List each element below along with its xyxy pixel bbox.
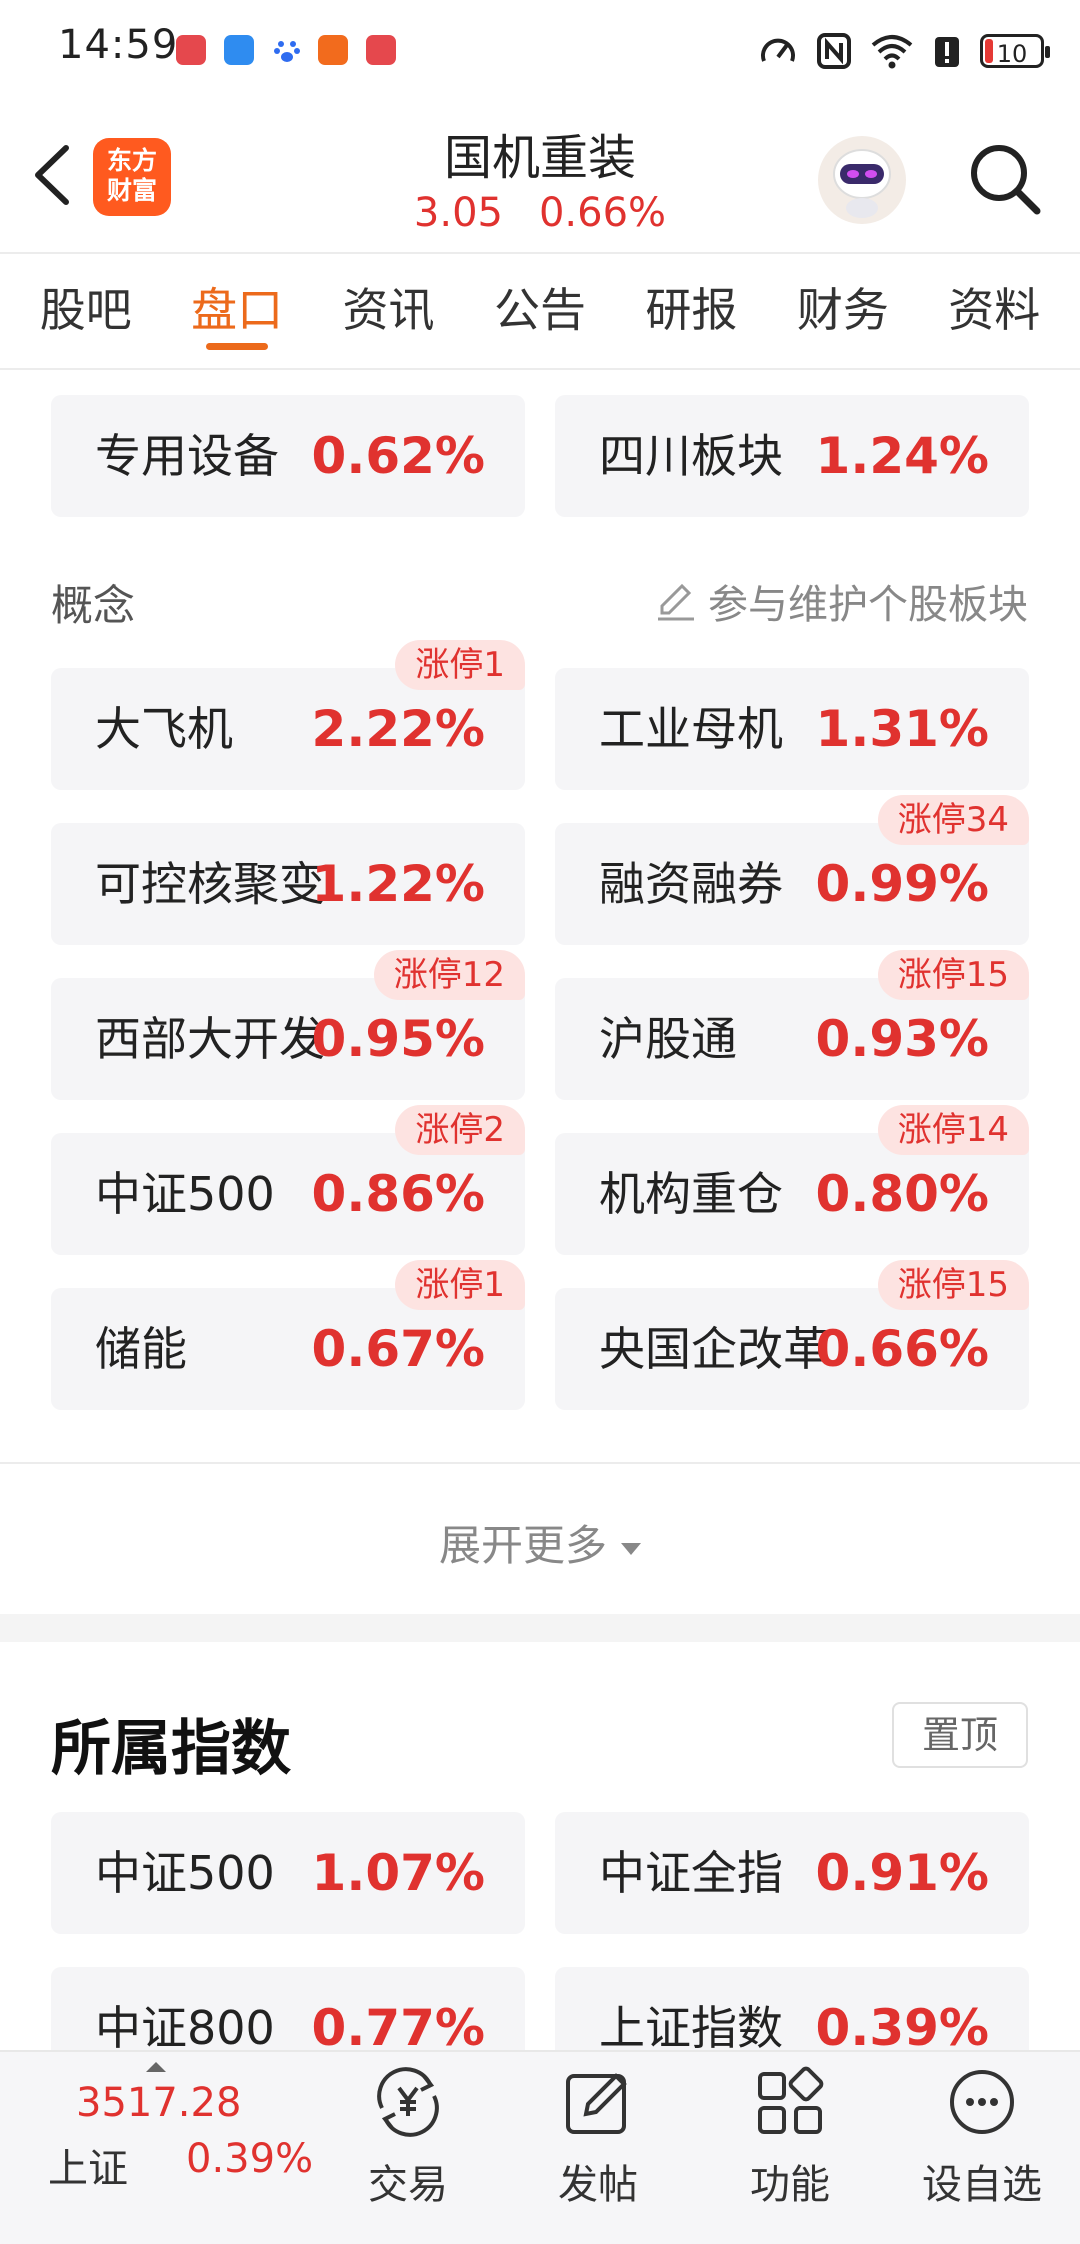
add-watchlist-button[interactable]: 设自选 xyxy=(902,2062,1062,2232)
concept-section-label: 概念 xyxy=(51,581,136,630)
board-pct: 2.22% xyxy=(311,700,485,758)
tab-finance[interactable]: 财务 xyxy=(797,260,889,360)
battery-level: 10 xyxy=(996,40,1028,68)
caret-down-icon xyxy=(621,1542,641,1555)
status-time: 14:59 xyxy=(58,22,179,68)
tab-research[interactable]: 研报 xyxy=(645,260,737,360)
header-divider xyxy=(0,252,1080,254)
functions-button[interactable]: 功能 xyxy=(710,2062,870,2232)
board-pct: 0.62% xyxy=(311,427,485,485)
maintain-label: 参与维护个股板块 xyxy=(708,582,1028,628)
wifi-icon xyxy=(871,35,913,69)
stock-change: 0.66% xyxy=(538,190,667,236)
pin-top-button[interactable]: 置顶 xyxy=(892,1702,1028,1768)
edit-post-icon xyxy=(566,2073,627,2134)
board-pct: 0.66% xyxy=(815,1320,989,1378)
board-name: 储能 xyxy=(95,1322,187,1376)
market-index-name[interactable]: 上证 xyxy=(48,2136,128,2194)
huawei-icon xyxy=(366,35,396,65)
board-name: 工业母机 xyxy=(599,702,783,756)
board-pct: 0.67% xyxy=(311,1320,485,1378)
huawei-icon xyxy=(176,35,206,65)
board-name: 大飞机 xyxy=(95,702,233,756)
concept-card[interactable]: 涨停1 大飞机 2.22% xyxy=(51,640,525,790)
concept-card[interactable]: 可控核聚变 1.22% xyxy=(51,823,525,945)
tab-news[interactable]: 资讯 xyxy=(343,260,435,360)
board-pct: 0.80% xyxy=(815,1165,989,1223)
index-section-title: 所属指数 xyxy=(51,1714,291,1784)
board-name: 中证500 xyxy=(95,1167,275,1221)
board-name: 可控核聚变 xyxy=(95,857,325,911)
industry-card[interactable]: 四川板块 1.24% xyxy=(555,395,1029,517)
concept-card[interactable]: 涨停15 沪股通 0.93% xyxy=(555,950,1029,1100)
industry-card[interactable]: 专用设备 0.62% xyxy=(51,395,525,517)
board-pct: 0.99% xyxy=(815,855,989,913)
battery-icon: 10 xyxy=(980,34,1050,68)
edit-icon xyxy=(658,583,694,621)
board-pct: 1.24% xyxy=(815,427,989,485)
concept-card[interactable]: 涨停14 机构重仓 0.80% xyxy=(555,1105,1029,1255)
concept-card[interactable]: 涨停15 央国企改革 0.66% xyxy=(555,1260,1029,1410)
board-pct: 0.93% xyxy=(815,1010,989,1068)
board-pct: 0.95% xyxy=(311,1010,485,1068)
concept-card[interactable]: 涨停2 中证500 0.86% xyxy=(51,1105,525,1255)
paw-app-icon xyxy=(272,35,302,65)
board-pct: 1.31% xyxy=(815,700,989,758)
board-pct: 1.22% xyxy=(311,855,485,913)
concept-card[interactable]: 涨停12 西部大开发 0.95% xyxy=(51,950,525,1100)
board-name: 机构重仓 xyxy=(599,1167,783,1221)
board-name: 融资融券 xyxy=(599,857,783,911)
speed-icon xyxy=(761,38,795,62)
concept-card[interactable]: 涨停1 储能 0.67% xyxy=(51,1260,525,1410)
tab-pankou[interactable]: 盘口 xyxy=(191,260,283,360)
tab-guba[interactable]: 股吧 xyxy=(40,260,132,360)
index-name: 中证500 xyxy=(95,1846,275,1900)
section-gap xyxy=(0,1614,1080,1642)
concept-card[interactable]: 涨停34 融资融券 0.99% xyxy=(555,795,1029,945)
tab-bar: 股吧 盘口 资讯 公告 研报 财务 资料 xyxy=(0,260,1080,360)
expand-divider xyxy=(0,1462,1080,1464)
shield-app-icon xyxy=(224,35,254,65)
board-name: 央国企改革 xyxy=(599,1322,829,1376)
send-app-icon xyxy=(318,35,348,65)
market-index-value[interactable]: 3517.28 xyxy=(76,2080,241,2126)
status-bar: 14:59 10 xyxy=(0,0,1080,100)
more-dots-icon xyxy=(950,2070,1014,2134)
post-label: 发帖 xyxy=(558,2162,638,2208)
tab-announcements[interactable]: 公告 xyxy=(494,260,586,360)
board-name: 四川板块 xyxy=(599,429,783,483)
expand-up-icon[interactable] xyxy=(146,2062,166,2072)
post-button[interactable]: 发帖 xyxy=(518,2062,678,2232)
tab-profile[interactable]: 资料 xyxy=(948,260,1040,360)
index-name: 中证全指 xyxy=(599,1846,783,1900)
stock-price: 3.05 xyxy=(413,190,503,236)
stock-title: 国机重装 xyxy=(443,130,636,186)
functions-label: 功能 xyxy=(750,2162,830,2208)
yuan-exchange-icon xyxy=(377,2067,439,2137)
tabs-divider xyxy=(0,368,1080,370)
assistant-robot-icon[interactable] xyxy=(816,134,908,226)
board-name: 沪股通 xyxy=(599,1012,737,1066)
status-icons: 10 xyxy=(758,26,1050,76)
board-pct: 0.86% xyxy=(311,1165,485,1223)
trade-button[interactable]: 交易 xyxy=(328,2062,488,2232)
nfc-icon xyxy=(817,33,851,69)
grid-apps-icon xyxy=(758,2066,824,2134)
index-card[interactable]: 中证全指 0.91% xyxy=(555,1812,1029,1934)
board-name: 西部大开发 xyxy=(95,1012,325,1066)
concept-card[interactable]: 工业母机 1.31% xyxy=(555,668,1029,790)
maintain-boards-link[interactable]: 参与维护个股板块 xyxy=(654,572,1028,630)
stock-quote: 3.05 0.66% xyxy=(0,190,1080,236)
search-icon[interactable] xyxy=(964,138,1044,218)
expand-label: 展开更多 xyxy=(438,1521,607,1570)
index-pct: 1.07% xyxy=(311,1844,485,1902)
add-watchlist-label: 设自选 xyxy=(922,2162,1042,2208)
market-index-pct[interactable]: 0.39% xyxy=(186,2136,313,2182)
board-name: 专用设备 xyxy=(95,429,279,483)
expand-more-button[interactable]: 展开更多 xyxy=(0,1512,1080,1573)
trade-label: 交易 xyxy=(368,2162,448,2208)
alert-icon xyxy=(935,37,959,67)
index-card[interactable]: 中证500 1.07% xyxy=(51,1812,525,1934)
index-pct: 0.91% xyxy=(815,1844,989,1902)
